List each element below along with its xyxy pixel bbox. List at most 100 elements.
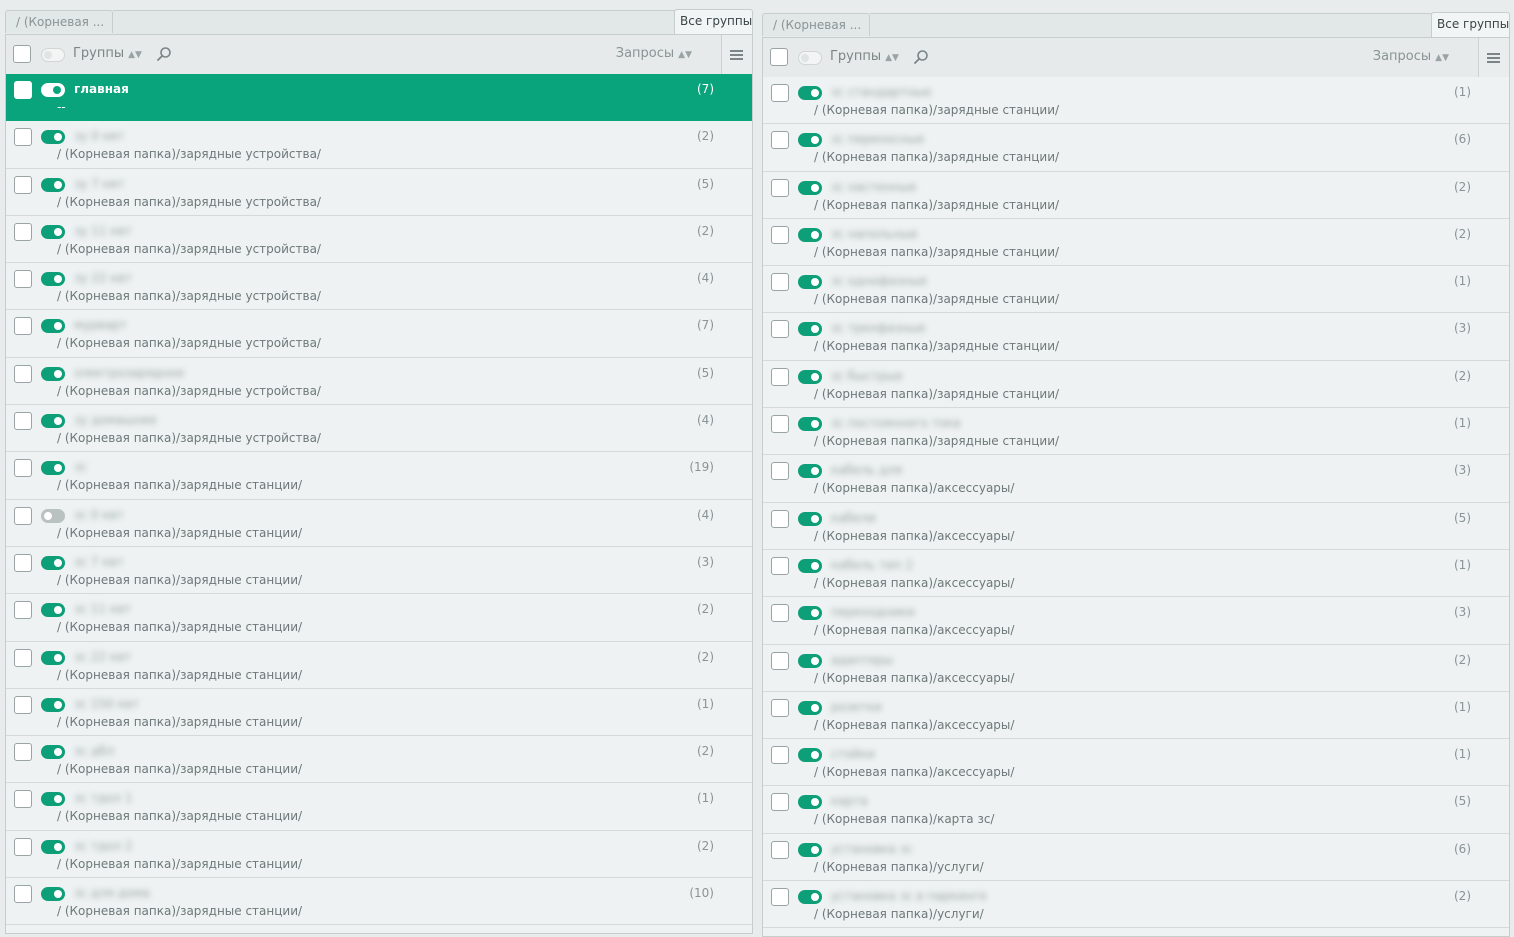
group-name[interactable]: установка зс <box>831 841 913 857</box>
row-toggle-switch[interactable] <box>798 842 822 857</box>
groups-sort-header[interactable]: Группы ▲▼ <box>73 46 142 63</box>
table-row[interactable]: зу 11 квт / (Корневая папка)/зарядные уст… <box>6 215 752 264</box>
table-row[interactable]: зс настенные / (Корневая папка)/зарядные … <box>763 171 1509 219</box>
group-name[interactable]: зс трехфазные <box>831 320 926 336</box>
table-row[interactable]: адаптеры / (Корневая папка)/аксессуары/ (2… <box>763 644 1509 692</box>
row-toggle-switch[interactable] <box>41 508 65 523</box>
row-checkbox[interactable] <box>771 604 789 623</box>
row-toggle-switch[interactable] <box>41 272 65 287</box>
table-row[interactable]: кабель тип 2 / (Корневая папка)/аксессуар… <box>763 549 1509 598</box>
row-toggle-switch[interactable] <box>41 555 65 570</box>
row-toggle-switch[interactable] <box>798 227 822 242</box>
row-checkbox[interactable] <box>771 320 789 339</box>
group-name[interactable]: зс постоянного тока <box>831 415 961 431</box>
tab-path-right[interactable]: / (Корневая ... <box>762 13 870 36</box>
menu-button[interactable] <box>1478 38 1509 77</box>
row-checkbox[interactable] <box>14 506 32 525</box>
group-name[interactable]: зс напольные <box>831 226 918 242</box>
group-name[interactable]: зс однофазные <box>831 273 927 289</box>
table-row[interactable]: зу 0 квт / (Корневая папка)/зарядные устр… <box>6 121 752 169</box>
group-name[interactable]: мурварт <box>74 317 127 333</box>
tab-all-groups-left[interactable]: Все группы <box>674 9 753 34</box>
row-toggle-switch[interactable] <box>798 369 822 384</box>
row-checkbox[interactable] <box>14 459 32 478</box>
table-row[interactable]: установка зс / (Корневая папка)/услуги/ (6… <box>763 833 1509 882</box>
group-name[interactable]: зс 150 квт <box>74 696 139 712</box>
row-checkbox[interactable] <box>14 695 32 714</box>
row-checkbox[interactable] <box>14 648 32 667</box>
row-toggle-switch[interactable] <box>41 697 65 712</box>
requests-sort-header[interactable]: Запросы ▲▼ <box>616 46 692 63</box>
row-toggle-switch[interactable] <box>41 887 65 902</box>
group-name[interactable]: адаптеры <box>831 652 893 668</box>
row-toggle-switch[interactable] <box>41 366 65 381</box>
group-name[interactable]: кабели <box>831 510 876 526</box>
row-toggle-switch[interactable] <box>798 322 822 337</box>
search-icon[interactable] <box>913 49 929 65</box>
table-row[interactable]: электрозарядное / (Корневая папка)/зарядн… <box>6 357 752 406</box>
row-toggle-switch[interactable] <box>41 792 65 807</box>
row-toggle-switch[interactable] <box>798 86 822 100</box>
row-checkbox[interactable] <box>771 415 789 434</box>
row-toggle-switch[interactable] <box>41 461 65 476</box>
row-checkbox[interactable] <box>771 225 789 244</box>
group-name[interactable]: зс 22 квт <box>74 649 131 665</box>
group-name[interactable]: зс тдол 1 <box>74 790 133 806</box>
row-toggle-switch[interactable] <box>41 177 65 192</box>
row-toggle-switch[interactable] <box>798 795 822 810</box>
row-toggle-switch[interactable] <box>798 748 822 763</box>
row-toggle-switch[interactable] <box>41 839 65 854</box>
group-name[interactable]: зс стандартные <box>831 84 932 100</box>
table-row[interactable]: розетки / (Корневая папка)/аксессуары/ (1) <box>763 691 1509 740</box>
row-checkbox[interactable] <box>771 131 789 150</box>
row-toggle-switch[interactable] <box>798 606 822 621</box>
table-row[interactable]: кабели / (Корневая папка)/аксессуары/ (5) <box>763 502 1509 550</box>
group-name[interactable]: зс для дома <box>74 885 150 901</box>
table-row[interactable]: зс дбл / (Корневая папка)/зарядные станци… <box>6 736 752 784</box>
group-name[interactable]: зс 11 квт <box>74 601 131 617</box>
row-checkbox[interactable] <box>771 746 789 765</box>
group-name[interactable]: зс 7 квт <box>74 554 124 570</box>
row-toggle-switch[interactable] <box>798 417 822 432</box>
table-row[interactable]: зу 7 квт / (Корневая папка)/зарядные устр… <box>6 168 752 216</box>
row-checkbox[interactable] <box>771 651 789 670</box>
group-name[interactable]: зс настенные <box>831 179 917 195</box>
row-toggle-switch[interactable] <box>41 745 65 760</box>
table-row[interactable]: зс тдол 2 / (Корневая папка)/зарядные ста… <box>6 830 752 879</box>
row-checkbox[interactable] <box>14 553 32 572</box>
row-toggle-switch[interactable] <box>798 464 822 479</box>
group-name[interactable]: зс быстрые <box>831 368 903 384</box>
group-name[interactable]: карта <box>831 793 868 809</box>
row-checkbox[interactable] <box>14 601 32 620</box>
row-toggle-switch[interactable] <box>41 130 65 145</box>
row-checkbox[interactable] <box>771 556 789 575</box>
row-checkbox[interactable] <box>771 840 789 859</box>
search-icon[interactable] <box>156 46 172 62</box>
row-checkbox[interactable] <box>14 364 32 383</box>
table-row[interactable]: зс быстрые / (Корневая папка)/зарядные ст… <box>763 360 1509 409</box>
row-toggle-switch[interactable] <box>798 511 822 526</box>
row-checkbox[interactable] <box>14 222 32 241</box>
group-name[interactable]: кабель тип 2 <box>831 557 913 573</box>
row-checkbox[interactable] <box>771 793 789 812</box>
group-name[interactable]: переходники <box>831 604 915 620</box>
row-toggle-switch[interactable] <box>41 224 65 239</box>
group-name[interactable]: зу 11 квт <box>74 223 132 239</box>
table-row[interactable]: зс / (Корневая папка)/зарядные станции/ (1… <box>6 452 752 500</box>
row-toggle-switch[interactable] <box>41 319 65 334</box>
row-checkbox[interactable] <box>771 888 789 907</box>
row-checkbox[interactable] <box>14 412 32 431</box>
row-checkbox[interactable] <box>14 128 32 147</box>
group-name[interactable]: розетки <box>831 699 882 715</box>
row-toggle-switch[interactable] <box>41 603 65 618</box>
row-checkbox[interactable] <box>14 175 32 194</box>
tab-path-left[interactable]: / (Корневая ... <box>5 10 113 33</box>
row-toggle-switch[interactable] <box>41 650 65 665</box>
select-all-checkbox[interactable] <box>770 48 788 66</box>
group-name[interactable]: зс тдол 2 <box>74 838 133 854</box>
group-name[interactable]: электрозарядное <box>74 365 184 381</box>
row-checkbox[interactable] <box>14 317 32 336</box>
row-checkbox[interactable] <box>14 270 32 289</box>
table-row[interactable]: зс тдол 1 / (Корневая папка)/зарядные ста… <box>6 783 752 831</box>
row-toggle-switch[interactable] <box>41 83 65 97</box>
